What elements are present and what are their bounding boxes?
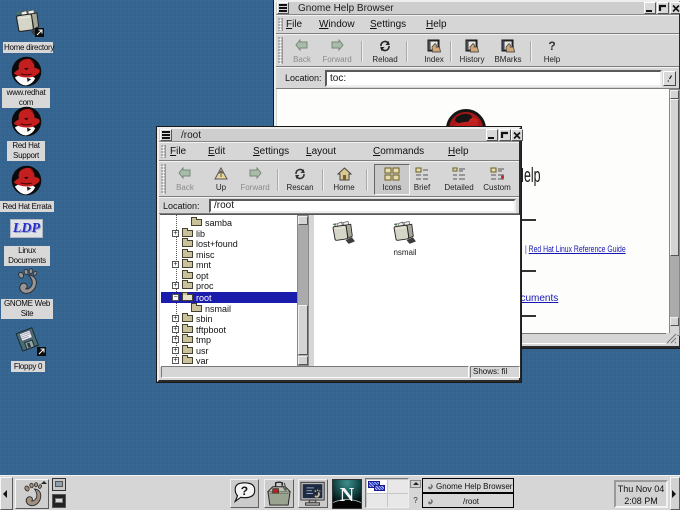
svg-text:?: ? — [548, 39, 555, 53]
svg-text:?: ? — [241, 484, 248, 498]
svg-text:N: N — [340, 484, 355, 506]
